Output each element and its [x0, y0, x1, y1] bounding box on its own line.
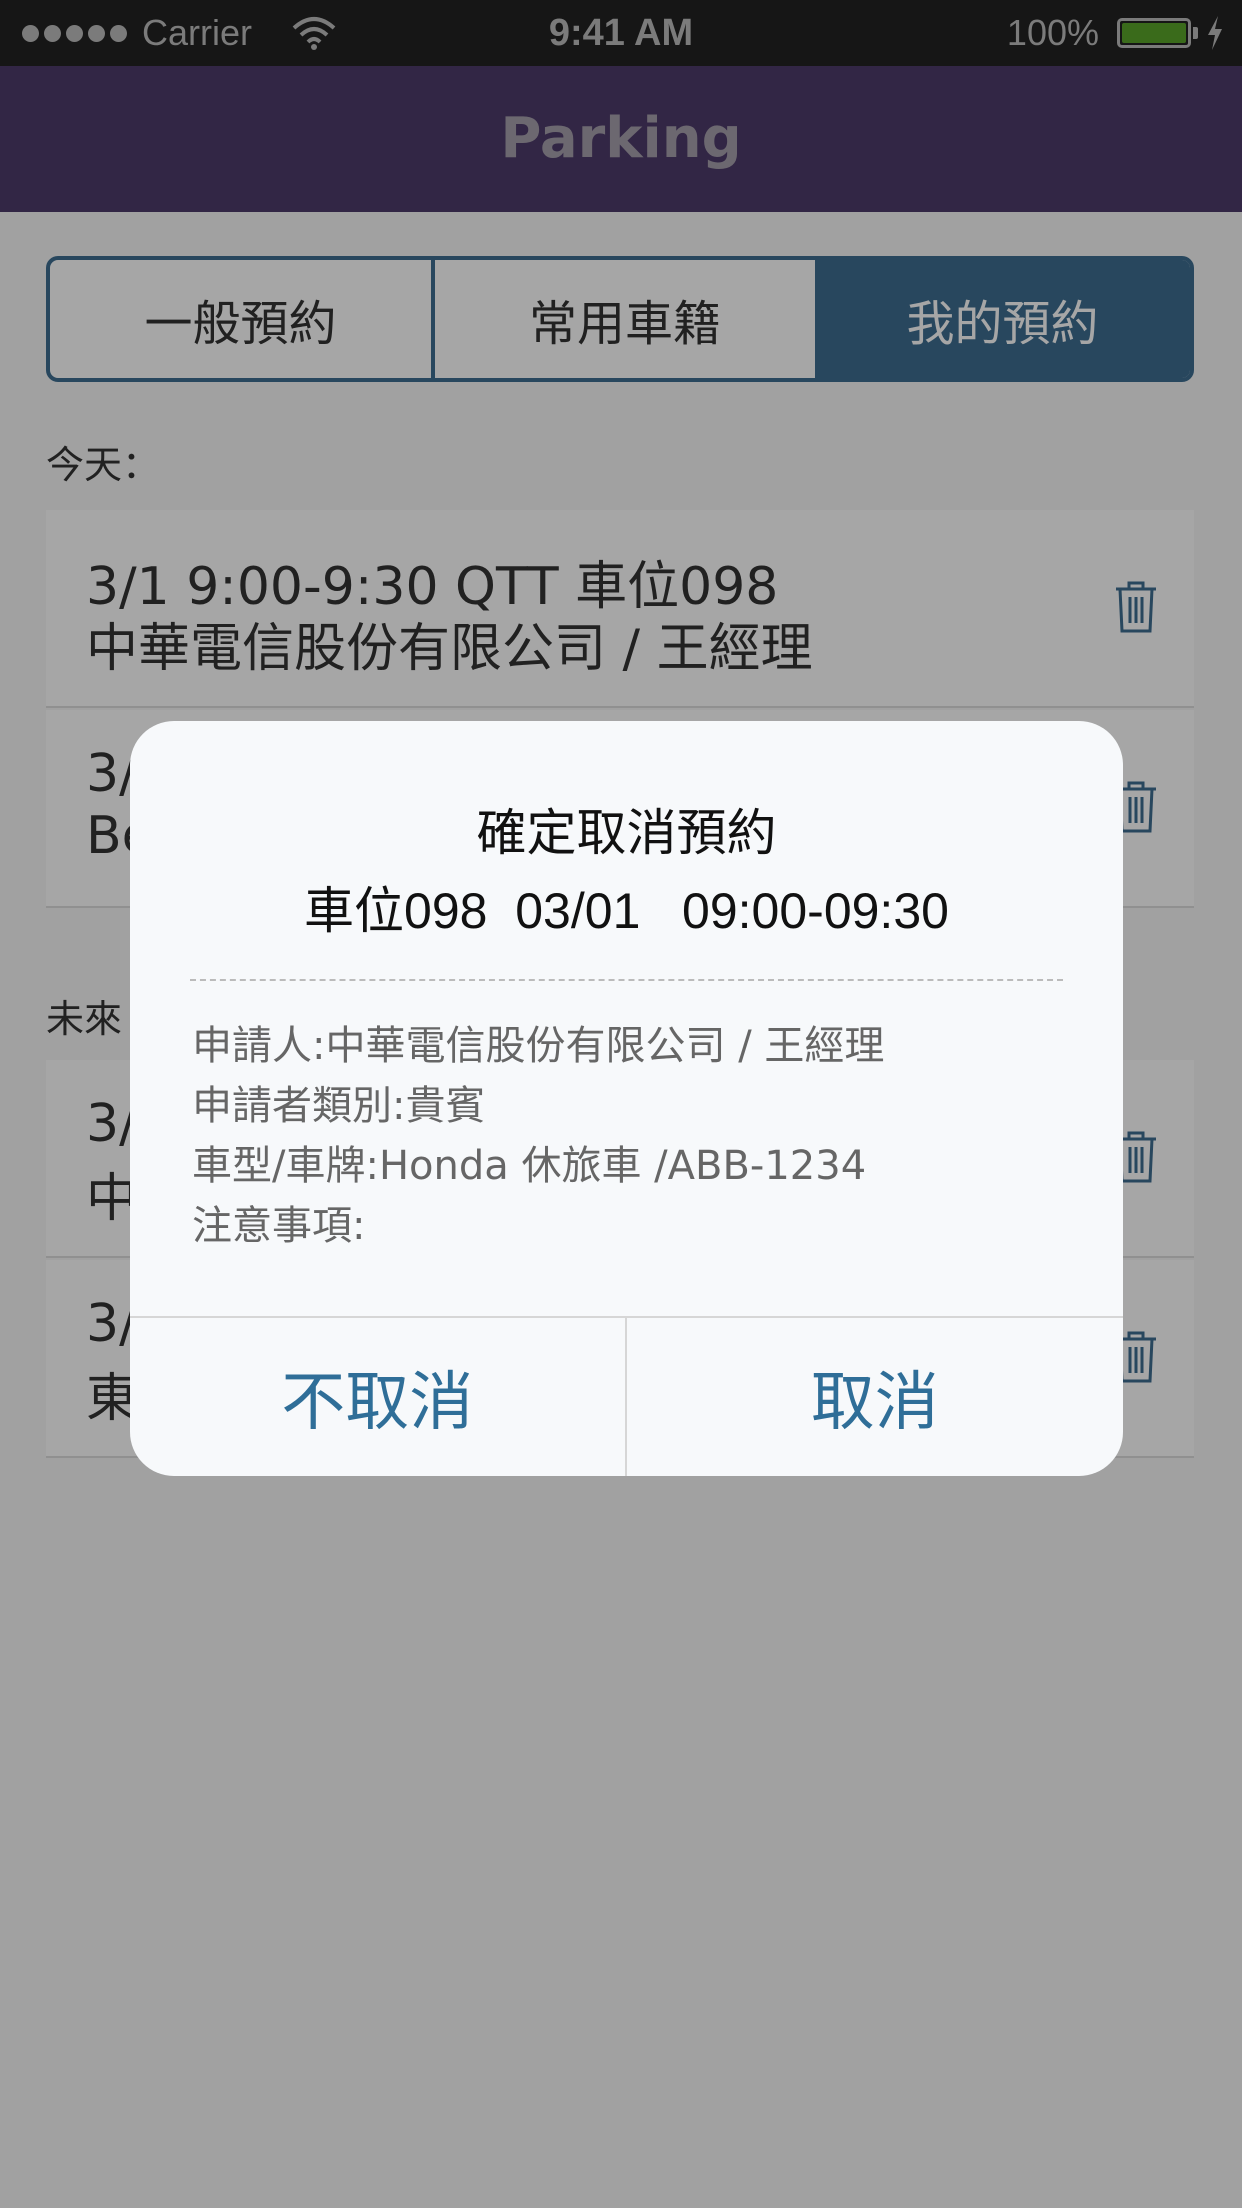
keep-reservation-button[interactable]: 不取消: [130, 1318, 627, 1476]
dialog-applicant-type: 申請者類別:貴賓: [192, 1083, 486, 1129]
dialog-button-row: 不取消 取消: [130, 1316, 1123, 1476]
dialog-notes: 注意事項:: [192, 1203, 366, 1249]
dialog-vehicle: 車型/車牌:Honda 休旅車 /ABB-1234: [192, 1143, 867, 1189]
dialog-title: 確定取消預約: [476, 805, 777, 861]
dialog-slot-summary: 車位098 03/01 09:00-09:30: [304, 883, 949, 939]
confirm-cancel-button[interactable]: 取消: [627, 1318, 1124, 1476]
dialog-applicant: 申請人:中華電信股份有限公司 / 王經理: [192, 1023, 885, 1069]
dashed-divider: [190, 979, 1063, 981]
cancel-reservation-dialog: 確定取消預約 車位098 03/01 09:00-09:30 申請人:中華電信股…: [130, 721, 1123, 1476]
